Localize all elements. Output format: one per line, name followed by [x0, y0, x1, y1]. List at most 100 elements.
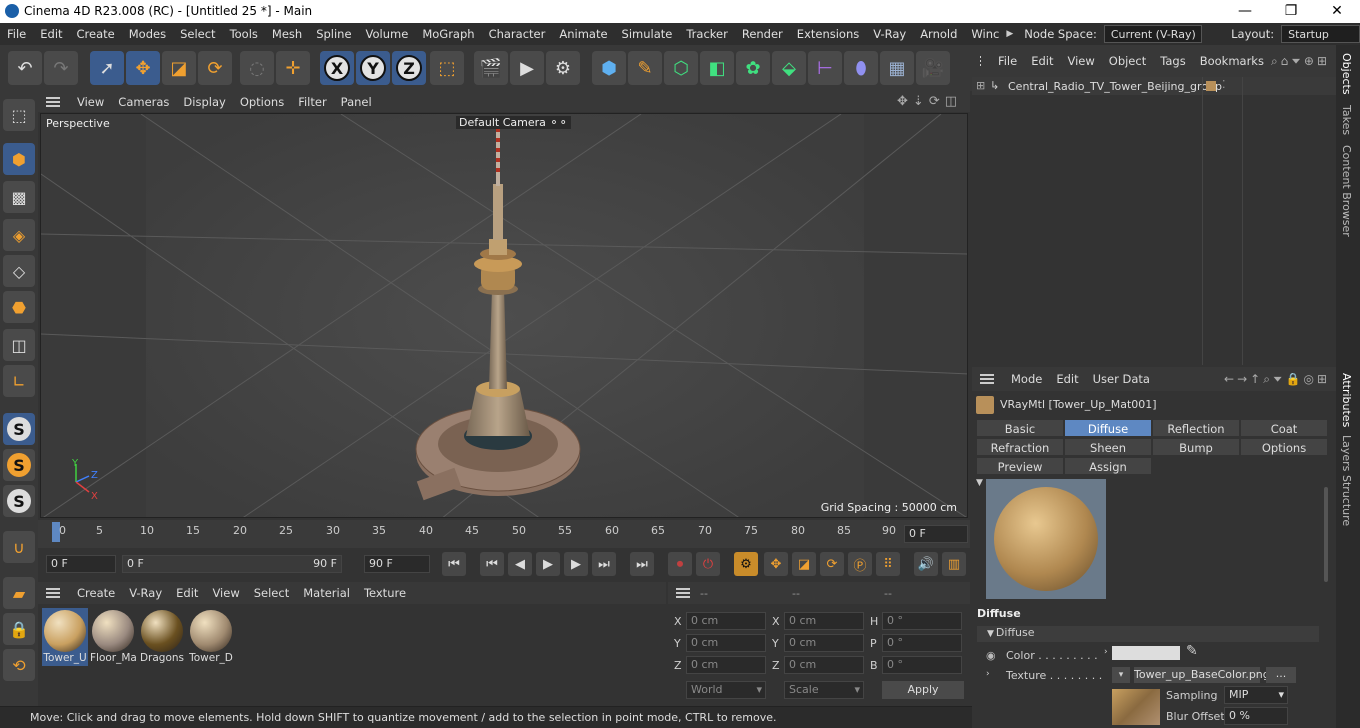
- coordinate-system-icon[interactable]: ⬚: [430, 51, 464, 85]
- tab-options[interactable]: Options: [1240, 438, 1328, 456]
- tab-sheen[interactable]: Sheen: [1064, 438, 1152, 456]
- material-thumb[interactable]: Tower_D: [188, 608, 234, 666]
- x-axis-icon[interactable]: X: [320, 51, 354, 85]
- attribute-menu-edit[interactable]: Edit: [1049, 372, 1085, 386]
- menu-vray[interactable]: V-Ray: [866, 27, 913, 41]
- camera-icon[interactable]: 🎥: [916, 51, 950, 85]
- rotate-icon[interactable]: ⟳: [198, 51, 232, 85]
- sound-icon[interactable]: 🔊: [914, 552, 938, 576]
- key-pla-icon[interactable]: ⠿: [876, 552, 900, 576]
- attribute-scrollbar[interactable]: [1324, 487, 1328, 582]
- size-x-field[interactable]: 0 cm: [784, 612, 864, 630]
- expand-icon[interactable]: ›: [1104, 647, 1108, 657]
- timeline-window-icon[interactable]: ▥: [942, 552, 966, 576]
- menu-extensions[interactable]: Extensions: [790, 27, 866, 41]
- menu-edit[interactable]: Edit: [33, 27, 69, 41]
- maximize-button[interactable]: ❐: [1268, 0, 1314, 23]
- viewport-nav-icons[interactable]: ✥⇣⟳◫: [897, 94, 962, 109]
- auto-key-icon[interactable]: ⏻: [696, 552, 720, 576]
- menu-character[interactable]: Character: [482, 27, 553, 41]
- play-icon[interactable]: ▶: [536, 552, 560, 576]
- polygons-mode-icon[interactable]: ⬣: [3, 291, 35, 323]
- edges-mode-icon[interactable]: ◇: [3, 255, 35, 287]
- material-menu-material[interactable]: Material: [296, 586, 357, 600]
- tab-basic[interactable]: Basic: [976, 419, 1064, 437]
- menu-select[interactable]: Select: [173, 27, 222, 41]
- size-mode-select[interactable]: Scale ▾: [784, 681, 864, 699]
- undo-icon[interactable]: ↶: [8, 51, 42, 85]
- menu-overflow-icon[interactable]: ▶: [1006, 29, 1013, 39]
- current-frame-field[interactable]: 0 F: [904, 525, 968, 543]
- menu-animate[interactable]: Animate: [552, 27, 614, 41]
- collapse-preview-icon[interactable]: ▼: [976, 478, 983, 488]
- previous-key-icon[interactable]: ⏮: [480, 552, 504, 576]
- solo-hierarchy-icon[interactable]: S: [3, 449, 35, 481]
- points-mode-icon[interactable]: ◈: [3, 219, 35, 251]
- object-menu-bookmarks[interactable]: Bookmarks: [1193, 54, 1271, 68]
- menu-simulate[interactable]: Simulate: [615, 27, 680, 41]
- coordinate-mode-select[interactable]: World ▾: [686, 681, 766, 699]
- make-editable-icon[interactable]: ⬚: [3, 99, 35, 131]
- previous-frame-icon[interactable]: ◀: [508, 552, 532, 576]
- tab-refraction[interactable]: Refraction: [976, 438, 1064, 456]
- minimize-button[interactable]: —: [1222, 0, 1268, 23]
- menu-volume[interactable]: Volume: [359, 27, 416, 41]
- uv-mode-icon[interactable]: ◫: [3, 329, 35, 361]
- rotation-p-field[interactable]: 0 °: [882, 634, 962, 652]
- object-menu-file[interactable]: File: [991, 54, 1024, 68]
- field-icon[interactable]: ⬮: [844, 51, 878, 85]
- solo-icon[interactable]: S: [3, 413, 35, 445]
- material-menu-icon[interactable]: [46, 588, 60, 598]
- close-button[interactable]: ✕: [1314, 0, 1360, 23]
- menu-render[interactable]: Render: [735, 27, 790, 41]
- visibility-dots-icon[interactable]: ⁚: [1222, 78, 1226, 91]
- tab-preview-settings[interactable]: Preview Settings: [976, 457, 1064, 492]
- record-icon[interactable]: ⏺: [668, 552, 692, 576]
- model-mode-icon[interactable]: ⬢: [3, 143, 35, 175]
- workplane-align-icon[interactable]: ⟲: [3, 649, 35, 681]
- radio-icon[interactable]: ◉: [986, 649, 996, 662]
- size-z-field[interactable]: 0 cm: [784, 656, 864, 674]
- material-menu-select[interactable]: Select: [247, 586, 296, 600]
- key-rotation-icon[interactable]: ⟳: [820, 552, 844, 576]
- transform-icon[interactable]: ✛: [276, 51, 310, 85]
- timeline-ruler[interactable]: 0 5 10 15 20 25 30 35 40 45 50 55 60 65 …: [38, 520, 970, 548]
- expand-icon[interactable]: ›: [986, 669, 990, 679]
- frame-range-slider[interactable]: 0 F 90 F: [122, 555, 342, 573]
- viewport-menu-options[interactable]: Options: [233, 95, 291, 109]
- object-menu-view[interactable]: View: [1060, 54, 1101, 68]
- tab-objects[interactable]: Objects: [1340, 53, 1353, 95]
- texture-file-button[interactable]: Tower_up_BaseColor.png: [1134, 667, 1270, 683]
- start-frame-field[interactable]: 0 F: [46, 555, 116, 573]
- tab-reflection[interactable]: Reflection: [1152, 419, 1240, 437]
- lock-workplane-icon[interactable]: 🔒: [3, 613, 35, 645]
- go-to-end-icon[interactable]: ⏭: [630, 552, 654, 576]
- attribute-menu-userdata[interactable]: User Data: [1086, 372, 1157, 386]
- scale-icon[interactable]: ◪: [162, 51, 196, 85]
- color-swatch[interactable]: [1112, 646, 1180, 660]
- position-z-field[interactable]: 0 cm: [686, 656, 766, 674]
- node-space-select[interactable]: Current (V-Ray): [1103, 25, 1203, 43]
- menu-window[interactable]: Winc: [964, 27, 1006, 41]
- attribute-nav-icons[interactable]: ←→↑⌕⏷🔒◎⊞: [1224, 372, 1330, 387]
- move-icon[interactable]: ✥: [126, 51, 160, 85]
- sampling-select[interactable]: MIP ▾: [1224, 686, 1288, 704]
- camera-label[interactable]: Default Camera ⚬⚬: [456, 116, 571, 129]
- tab-attributes[interactable]: Attributes: [1340, 373, 1353, 427]
- tab-layers[interactable]: Layers: [1340, 435, 1353, 471]
- texture-mode-icon[interactable]: ▩: [3, 181, 35, 213]
- texture-dropdown-button[interactable]: ▾: [1112, 667, 1130, 683]
- position-y-field[interactable]: 0 cm: [686, 634, 766, 652]
- subdivision-icon[interactable]: ⬡: [664, 51, 698, 85]
- menu-file[interactable]: File: [0, 27, 33, 41]
- layout-select[interactable]: Startup: [1281, 25, 1360, 43]
- cloner-icon[interactable]: ✿: [736, 51, 770, 85]
- viewport-menu-panel[interactable]: Panel: [334, 95, 379, 109]
- object-menu-edit[interactable]: Edit: [1024, 54, 1060, 68]
- attribute-menu-icon[interactable]: [980, 374, 994, 384]
- go-to-start-icon[interactable]: ⏮: [442, 552, 466, 576]
- expand-icon[interactable]: ⊞: [976, 79, 985, 92]
- keyframe-selection-icon[interactable]: ⚙: [734, 552, 758, 576]
- rotation-h-field[interactable]: 0 °: [882, 612, 962, 630]
- tab-structure[interactable]: Structure: [1340, 475, 1353, 526]
